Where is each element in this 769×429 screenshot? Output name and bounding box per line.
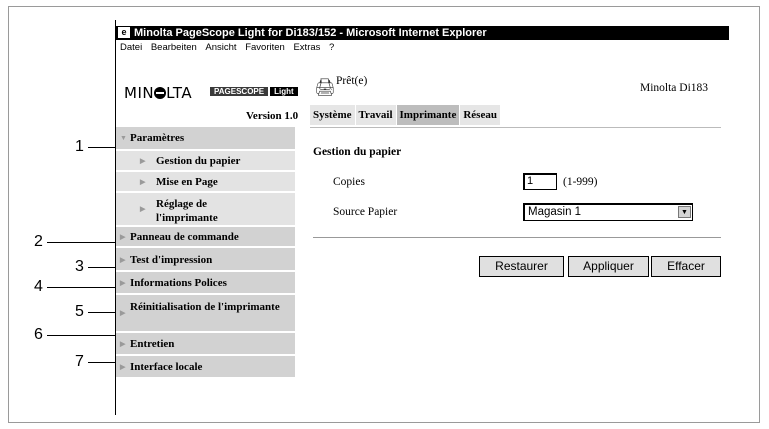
menu-help[interactable]: ? [329, 42, 334, 53]
apply-button[interactable]: Appliquer [568, 256, 649, 277]
sidebar-item-parametres[interactable]: ▼ Paramètres [116, 127, 295, 151]
sidebar-item-panneau-de-commande[interactable]: ▶ Panneau de commande [116, 227, 295, 248]
clear-button[interactable]: Effacer [651, 256, 721, 277]
menu-favoriten[interactable]: Favoriten [245, 42, 285, 53]
form-divider [313, 237, 721, 238]
source-select[interactable]: Magasin 1 ▼ [523, 203, 693, 221]
copies-label: Copies [333, 176, 365, 188]
tab-underline [310, 127, 721, 128]
source-select-value: Magasin 1 [528, 206, 582, 218]
tab-imprimante[interactable]: Imprimante [396, 105, 460, 125]
copies-range: (1-999) [563, 176, 598, 188]
pagescope-logo: PAGESCOPE Light [210, 85, 298, 98]
source-label: Source Papier [333, 206, 398, 218]
section-title: Gestion du papier [313, 146, 402, 158]
callout-2: 2 [0, 234, 115, 250]
window-titlebar: e Minolta PageScope Light for Di183/152 -… [116, 26, 729, 40]
callout-3: 3 [0, 259, 115, 275]
sidebar-item-reinitialisation[interactable]: ▶ Réinitialisation de l'imprimante [116, 295, 295, 333]
chevron-down-icon[interactable]: ▼ [678, 206, 691, 218]
menu-extras[interactable]: Extras [293, 42, 320, 53]
callout-6: 6 [0, 327, 115, 343]
menu-bearbeiten[interactable]: Bearbeiten [151, 42, 197, 53]
restore-button[interactable]: Restaurer [479, 256, 564, 277]
sidebar-item-gestion-du-papier[interactable]: ▶ Gestion du papier [116, 151, 295, 172]
tab-systeme[interactable]: Système [310, 105, 355, 125]
sidebar-item-mise-en-page[interactable]: ▶ Mise en Page [116, 172, 295, 193]
sidebar-menu: ▼ Paramètres ▶ Gestion du papier ▶ Mise … [116, 127, 295, 379]
window-title: Minolta PageScope Light for Di183/152 - … [134, 27, 487, 39]
tab-travail[interactable]: Travail [355, 105, 396, 125]
printer-icon: 🖨 [314, 78, 336, 97]
copies-input[interactable]: 1 [523, 173, 557, 190]
minolta-logo: MIN LTA [124, 84, 193, 102]
sidebar-item-entretien[interactable]: ▶ Entretien [116, 333, 295, 356]
callout-5: 5 [0, 304, 115, 320]
sidebar-item-informations-polices[interactable]: ▶ Informations Polices [116, 272, 295, 295]
menu-ansicht[interactable]: Ansicht [205, 42, 236, 53]
menu-datei[interactable]: Datei [120, 42, 142, 53]
menu-bar: Datei Bearbeiten Ansicht Favoriten Extra… [116, 41, 729, 54]
sidebar-item-reglage-imprimante[interactable]: ▶ Réglage de l'imprimante [116, 193, 295, 227]
tab-bar: Système Travail Imprimante Réseau [310, 105, 501, 125]
sidebar-item-interface-locale[interactable]: ▶ Interface locale [116, 356, 295, 379]
status-text: Prêt(e) [336, 75, 368, 87]
tab-reseau[interactable]: Réseau [460, 105, 500, 125]
callout-7: 7 [0, 354, 115, 370]
browser-icon: e [118, 27, 130, 38]
version-label: Version 1.0 [246, 110, 299, 122]
callout-1: 1 [0, 139, 115, 155]
sidebar-item-test-impression[interactable]: ▶ Test d'impression [116, 248, 295, 272]
model-name: Minolta Di183 [640, 82, 709, 94]
callout-4: 4 [0, 279, 115, 295]
